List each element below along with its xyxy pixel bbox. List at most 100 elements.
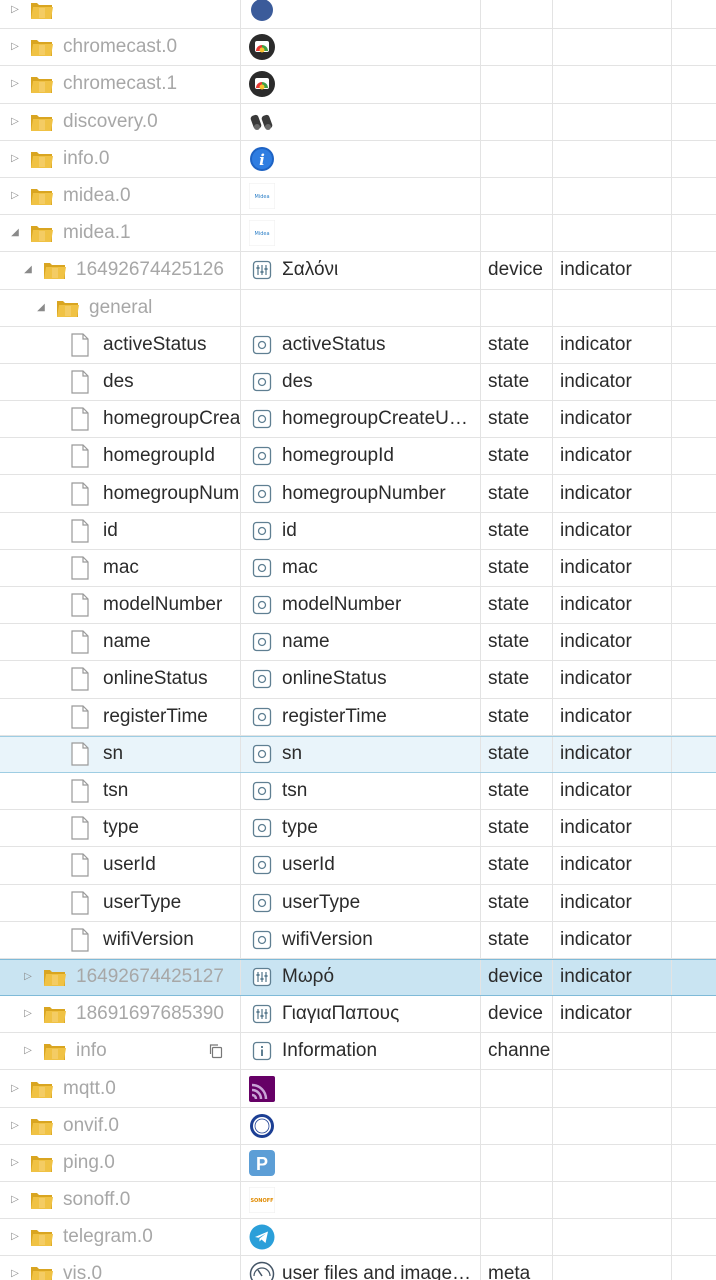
state-icon — [252, 446, 272, 466]
folder-icon — [30, 0, 54, 21]
state-row[interactable]: des des state indicator — [0, 363, 716, 402]
id-cell: ▷ discovery.0 — [0, 103, 241, 140]
state-row[interactable]: tsn tsn state indicator — [0, 772, 716, 811]
role-cell: indicator — [553, 363, 672, 401]
object-name: wifiVersion — [282, 928, 373, 950]
object-id: activeStatus — [103, 333, 207, 355]
extra-cell — [672, 550, 716, 586]
file-icon — [70, 853, 90, 878]
state-row[interactable]: name name state indicator — [0, 624, 716, 662]
object-name: sn — [282, 743, 303, 765]
state-row[interactable]: wifiVersion wifiVersion state indicator — [0, 921, 716, 959]
state-row[interactable]: sn sn state indicator — [0, 735, 716, 773]
state-row[interactable]: onlineStatus onlineStatus state indicator — [0, 661, 716, 699]
telegram-icon — [249, 1224, 275, 1250]
role-cell: indicator — [553, 736, 672, 772]
collapse-arrow-icon[interactable]: ◢ — [21, 263, 35, 277]
expand-arrow-icon[interactable]: ▷ — [8, 1156, 22, 1170]
tree-row[interactable]: ▷ 16492674425127 Μωρό device indicator — [0, 958, 716, 997]
extra-cell — [672, 661, 716, 697]
expand-arrow-icon[interactable]: ▷ — [21, 1007, 35, 1021]
name-cell — [241, 29, 481, 66]
expand-arrow-icon[interactable]: ▷ — [8, 40, 22, 54]
tree-row[interactable]: ▷ sonoff.0 SONOFF — [0, 1182, 716, 1220]
state-row[interactable]: activeStatus activeStatus state indicator — [0, 326, 716, 364]
id-cell: ▷ midea.0 — [0, 177, 241, 215]
role-cell — [553, 215, 672, 252]
tree-row[interactable]: ▷ discovery.0 — [0, 103, 716, 141]
extra-cell — [672, 475, 716, 511]
state-row[interactable]: mac mac state indicator — [0, 549, 716, 587]
state-icon — [252, 893, 272, 913]
tree-row[interactable]: ▷ — [0, 0, 716, 30]
extra-cell — [672, 922, 716, 958]
sonoff-icon: SONOFF — [248, 1186, 276, 1214]
expand-arrow-icon[interactable]: ▷ — [8, 189, 22, 203]
object-name: Μωρό — [282, 966, 335, 988]
object-type: state — [488, 519, 530, 541]
collapse-arrow-icon[interactable]: ◢ — [8, 226, 22, 240]
collapse-arrow-icon[interactable]: ◢ — [34, 301, 48, 315]
tree-row[interactable]: ▷ 18691697685390 ΓιαγιαΠαπους device indicat… — [0, 996, 716, 1034]
state-row[interactable]: userId userId state indicator — [0, 847, 716, 885]
object-id: 16492674425127 — [76, 966, 224, 988]
tree-row[interactable]: ◢ 16492674425126 Σαλόνι device indicator — [0, 252, 716, 290]
extra-cell — [672, 1256, 716, 1280]
role-cell — [553, 1107, 672, 1144]
tree-row[interactable]: ▷ chromecast.1 — [0, 66, 716, 104]
tree-row[interactable]: ▷ midea.0 Midea — [0, 177, 716, 216]
tree-row[interactable]: ◢ general — [0, 289, 716, 327]
type-cell: state — [481, 921, 553, 958]
object-role: indicator — [560, 1003, 632, 1025]
role-cell: indicator — [553, 996, 672, 1033]
state-icon — [252, 669, 272, 689]
tree-row[interactable]: ◢ midea.1 Midea — [0, 215, 716, 253]
file-icon — [70, 370, 90, 394]
object-role: indicator — [560, 370, 632, 392]
expand-arrow-icon[interactable]: ▷ — [8, 1193, 22, 1207]
svg-text:P: P — [256, 1154, 268, 1174]
state-row[interactable]: homegroupNumber homegroupNumber state indic… — [0, 475, 716, 513]
expand-arrow-icon[interactable]: ▷ — [8, 1267, 22, 1280]
tree-row[interactable]: ▷ info Information channe — [0, 1033, 716, 1071]
expand-arrow-icon[interactable]: ▷ — [21, 970, 35, 984]
object-type: state — [488, 370, 530, 392]
expand-arrow-icon[interactable]: ▷ — [8, 152, 22, 166]
expand-arrow-icon[interactable]: ▷ — [8, 3, 22, 17]
state-row[interactable]: homegroupCreateUserId homegroupCreateUser… — [0, 401, 716, 439]
type-cell: state — [481, 363, 553, 401]
state-row[interactable]: modelNumber modelNumber state indicator — [0, 587, 716, 625]
state-row[interactable]: type type state indicator — [0, 810, 716, 848]
expand-arrow-icon[interactable]: ▷ — [8, 77, 22, 91]
tree-row[interactable]: ▷ onvif.0 — [0, 1107, 716, 1145]
name-cell: ΓιαγιαΠαπους — [241, 996, 481, 1033]
type-cell: state — [481, 401, 553, 438]
expand-arrow-icon[interactable]: ▷ — [8, 1119, 22, 1133]
tree-row[interactable]: ▷ ping.0 P — [0, 1144, 716, 1182]
tree-row[interactable]: ▷ chromecast.0 — [0, 29, 716, 67]
object-role: indicator — [560, 705, 632, 727]
extra-cell — [672, 1070, 716, 1106]
state-row[interactable]: registerTime registerTime state indicator — [0, 698, 716, 736]
id-cell: ▷ chromecast.1 — [0, 66, 241, 103]
tree-row[interactable]: ▷ telegram.0 — [0, 1219, 716, 1257]
id-cell: ▷ 16492674425127 — [0, 959, 241, 996]
role-cell: indicator — [553, 698, 672, 735]
expand-arrow-icon[interactable]: ▷ — [21, 1044, 35, 1058]
folder-icon — [43, 966, 67, 988]
name-cell: id — [241, 512, 481, 549]
tree-row[interactable]: ▷ info.0 i — [0, 140, 716, 178]
copy-icon[interactable] — [192, 1034, 240, 1069]
expand-arrow-icon[interactable]: ▷ — [8, 1082, 22, 1096]
device-icon — [252, 967, 272, 987]
role-cell — [553, 1182, 672, 1219]
state-row[interactable]: id id state indicator — [0, 512, 716, 550]
expand-arrow-icon[interactable]: ▷ — [8, 1230, 22, 1244]
expand-arrow-icon[interactable]: ▷ — [8, 115, 22, 129]
tree-row[interactable]: ▷ vis.0 user files and images for vis meta — [0, 1256, 716, 1280]
state-row[interactable]: homegroupId homegroupId state indicator — [0, 438, 716, 476]
state-row[interactable]: userType userType state indicator — [0, 884, 716, 922]
id-cell: id — [0, 512, 241, 549]
tree-row[interactable]: ▷ mqtt.0 — [0, 1070, 716, 1108]
extra-cell — [672, 737, 716, 772]
